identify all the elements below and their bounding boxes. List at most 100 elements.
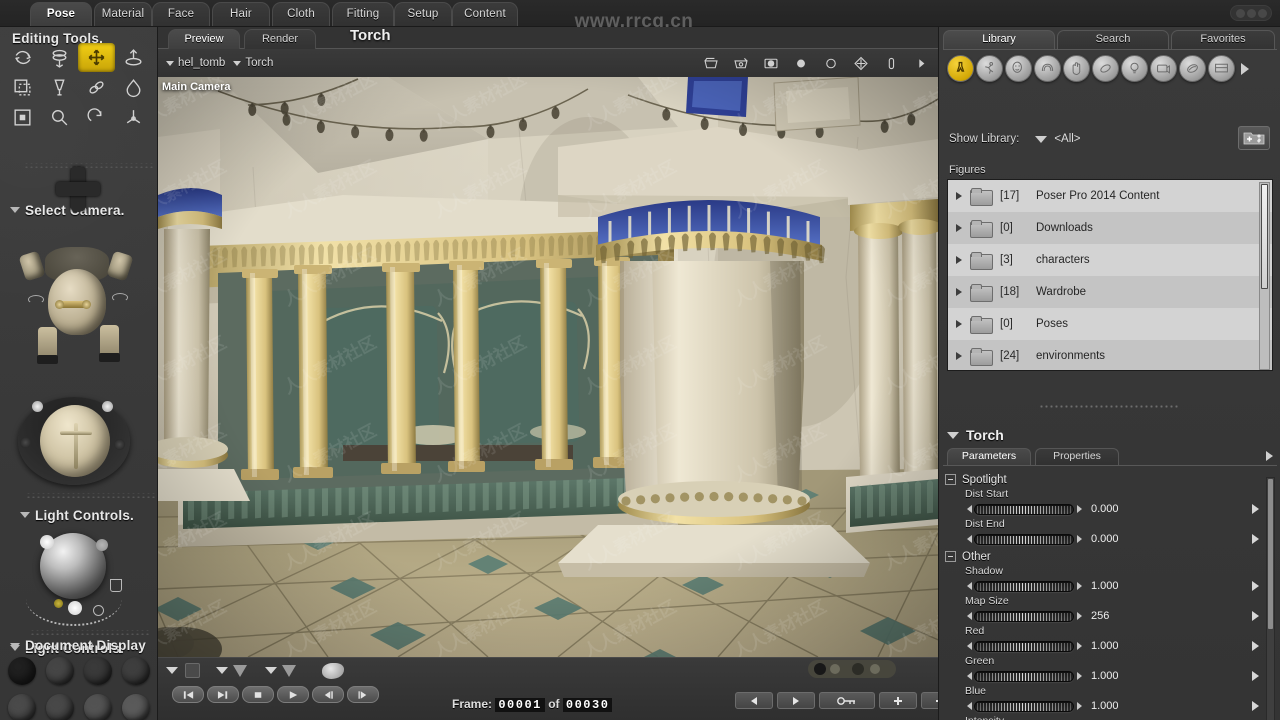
- orb-knob-br[interactable]: [114, 439, 125, 450]
- step-forward-button[interactable]: [347, 686, 379, 703]
- light-node-1[interactable]: [40, 535, 54, 549]
- ground-shadow-icon[interactable]: [848, 51, 874, 75]
- parameter-dial-row[interactable]: 256: [939, 607, 1280, 625]
- parameter-dial[interactable]: [974, 640, 1074, 652]
- viewport-tab-preview[interactable]: Preview: [168, 29, 240, 49]
- parameter-value[interactable]: 0.000: [1091, 503, 1119, 515]
- scrub-dot-2[interactable]: [830, 664, 840, 674]
- library-scrollbar[interactable]: [1259, 182, 1270, 370]
- room-tab-content[interactable]: Content: [452, 2, 518, 26]
- categories-next-icon[interactable]: [1241, 62, 1249, 75]
- lights-category[interactable]: [1121, 55, 1148, 82]
- anim-scrub-track[interactable]: [808, 660, 896, 678]
- room-tab-setup[interactable]: Setup: [394, 2, 452, 26]
- parameters-scrollbar[interactable]: [1266, 477, 1275, 720]
- parameter-dial[interactable]: [974, 610, 1074, 622]
- skip-to-start-button[interactable]: [172, 686, 204, 703]
- props-category[interactable]: [1092, 55, 1119, 82]
- parameter-row-expand-icon[interactable]: [1252, 611, 1259, 621]
- translate-inout-tool[interactable]: [115, 43, 152, 72]
- camera-rotate-right-icon[interactable]: [112, 293, 128, 302]
- poses-category[interactable]: [976, 55, 1003, 82]
- anim-caret-icon-3[interactable]: [265, 667, 277, 674]
- camera-hand-right-icon[interactable]: [106, 250, 134, 282]
- prev-key-button[interactable]: [735, 692, 773, 709]
- grouping-tool[interactable]: [4, 103, 41, 132]
- expand-triangle-icon[interactable]: [956, 224, 962, 232]
- parameter-row-expand-icon[interactable]: [1252, 581, 1259, 591]
- parameter-row-expand-icon[interactable]: [1252, 671, 1259, 681]
- orb-knob-bl[interactable]: [20, 437, 31, 448]
- dial-decrement-icon[interactable]: [967, 702, 972, 710]
- parameter-value[interactable]: 1.000: [1091, 640, 1119, 652]
- light-controls-header-real[interactable]: Light Controls.: [10, 503, 158, 527]
- show-library-dropdown-icon[interactable]: [1035, 135, 1048, 143]
- dial-decrement-icon[interactable]: [967, 582, 972, 590]
- window-buttons[interactable]: [1230, 5, 1272, 21]
- dial-decrement-icon[interactable]: [967, 612, 972, 620]
- parameters-more-icon[interactable]: [1266, 451, 1273, 461]
- document-display-header[interactable]: Document Display: [4, 638, 146, 653]
- collapse-minus-icon[interactable]: [945, 474, 956, 485]
- camera-trackball-orb[interactable]: [18, 397, 130, 485]
- parameter-dial[interactable]: [974, 580, 1074, 592]
- orb-knob-tr[interactable]: [102, 401, 113, 412]
- camera-eyes-icon[interactable]: [55, 300, 91, 309]
- camera-trackball-cross[interactable]: [56, 167, 100, 211]
- expand-triangle-icon[interactable]: [956, 192, 962, 200]
- library-folder-row[interactable]: [0] Downloads: [948, 212, 1272, 244]
- anim-cone-icon-1[interactable]: [233, 664, 247, 677]
- parameter-group-header[interactable]: Other: [939, 548, 1280, 565]
- more-tools-icon[interactable]: [908, 51, 934, 75]
- collapse-triangle-icon[interactable]: [10, 207, 20, 213]
- dial-decrement-icon[interactable]: [967, 642, 972, 650]
- library-tab-search[interactable]: Search: [1057, 30, 1169, 49]
- figures-category[interactable]: [947, 55, 974, 82]
- taper-tool[interactable]: [41, 73, 78, 102]
- parameter-dial[interactable]: [974, 533, 1074, 545]
- scrub-dot-4[interactable]: [870, 664, 880, 674]
- parameter-value[interactable]: 256: [1091, 610, 1109, 622]
- dial-increment-icon[interactable]: [1077, 672, 1082, 680]
- breadcrumb-caret-icon-2[interactable]: [233, 60, 242, 66]
- color-tool[interactable]: [115, 73, 152, 102]
- parameter-row-expand-icon[interactable]: [1252, 534, 1259, 544]
- room-tab-fitting[interactable]: Fitting: [332, 2, 394, 26]
- parameter-value[interactable]: 1.000: [1091, 700, 1119, 712]
- library-tab-library[interactable]: Library: [943, 30, 1055, 49]
- dial-increment-icon[interactable]: [1077, 505, 1082, 513]
- parameters-scrollbar-thumb[interactable]: [1268, 479, 1273, 629]
- dial-increment-icon[interactable]: [1077, 702, 1082, 710]
- parameter-dial-row[interactable]: 1.000: [939, 637, 1280, 655]
- room-tab-hair[interactable]: Hair: [212, 2, 270, 26]
- library-scrollbar-thumb[interactable]: [1261, 184, 1268, 289]
- anim-caret-icon-2[interactable]: [216, 667, 228, 674]
- room-tab-cloth[interactable]: Cloth: [272, 2, 330, 26]
- shading-outline-icon[interactable]: [818, 51, 844, 75]
- parameter-group-header[interactable]: Spotlight: [939, 471, 1280, 488]
- camera-hand-left-icon[interactable]: [18, 250, 46, 282]
- add-key-button[interactable]: [819, 692, 875, 709]
- stop-button[interactable]: [242, 686, 274, 703]
- skip-to-end-button[interactable]: [207, 686, 239, 703]
- anim-keyframe-box[interactable]: [185, 663, 200, 678]
- dial-increment-icon[interactable]: [1077, 582, 1082, 590]
- room-tab-face[interactable]: Face: [152, 2, 210, 26]
- display-style-swatch[interactable]: [84, 657, 112, 685]
- morph-tool[interactable]: [41, 103, 78, 132]
- parameters-tab-parameters[interactable]: Parameters: [947, 448, 1031, 465]
- scrub-dot-1[interactable]: [814, 663, 826, 675]
- render-settings-icon[interactable]: [698, 51, 724, 75]
- translate-pull-tool[interactable]: [78, 43, 115, 72]
- shading-smooth-icon[interactable]: [758, 51, 784, 75]
- direct-manipulation-tool[interactable]: [115, 103, 152, 132]
- expand-triangle-icon[interactable]: [956, 352, 962, 360]
- parameter-dial-row[interactable]: 1.000: [939, 697, 1280, 715]
- parameters-scroll-area[interactable]: Spotlight Dist Start 0.000 Dist End 0.000 Oth…: [939, 471, 1280, 720]
- dial-increment-icon[interactable]: [1077, 612, 1082, 620]
- plus-key-button[interactable]: [879, 692, 917, 709]
- scale-tool[interactable]: [4, 73, 41, 102]
- room-tab-pose[interactable]: Pose: [30, 2, 92, 26]
- dial-increment-icon[interactable]: [1077, 535, 1082, 543]
- 3d-viewport[interactable]: Main Camera: [158, 77, 938, 657]
